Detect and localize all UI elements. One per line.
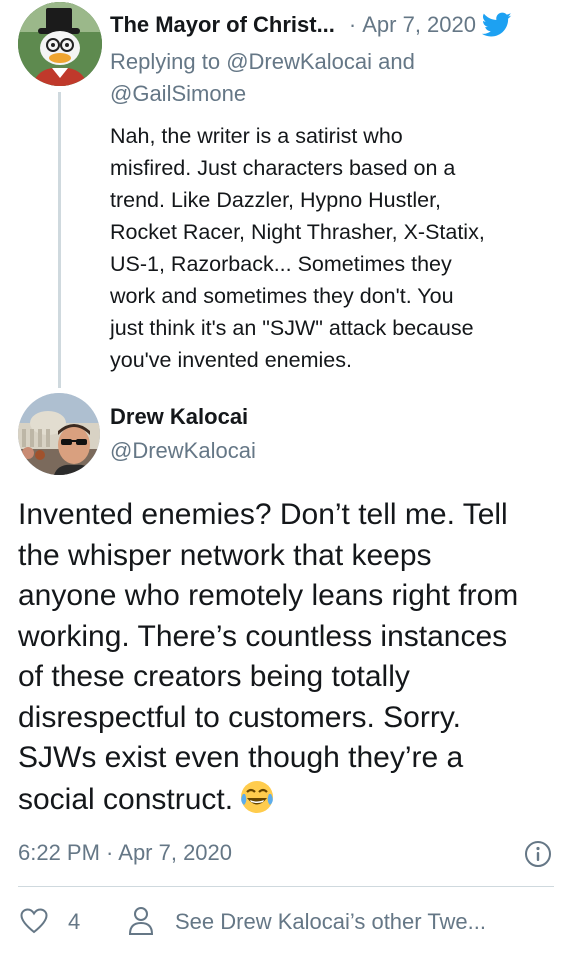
heart-icon[interactable] bbox=[20, 908, 48, 934]
main-avatar[interactable] bbox=[18, 393, 100, 475]
replying-to-context: Replying to @DrewKalocai and @GailSimone bbox=[110, 46, 550, 110]
main-text-line: disrespectful to customers. Sorry. bbox=[18, 700, 461, 734]
tweet-timestamp[interactable]: 6:22 PM · Apr 7, 2020 bbox=[18, 840, 232, 866]
reply-prefix: Replying to bbox=[110, 49, 221, 74]
cartoon-duck-avatar-icon bbox=[18, 2, 102, 86]
main-text-line: SJWs exist even though they’re a bbox=[18, 741, 464, 774]
parent-text-line: Rocket Racer, Night Thrasher, X-Statix, bbox=[110, 220, 485, 244]
parent-text-line: Nah, the writer is a satirist who bbox=[110, 124, 403, 148]
main-tweet-text: Invented enemies? Don’t tell me. Tell th… bbox=[18, 495, 563, 826]
main-text-line: Invented enemies? Don’t tell me. Tell bbox=[18, 498, 508, 531]
main-display-name[interactable]: Drew Kalocai bbox=[110, 404, 248, 430]
twitter-bird-icon bbox=[481, 12, 512, 38]
main-text-line: social construct. bbox=[18, 782, 234, 816]
main-text-line: working. There’s countless instances bbox=[18, 619, 508, 653]
parent-text-line: just think it's an "SJW" attack because bbox=[110, 316, 474, 340]
main-text-line: of these creators being totally bbox=[18, 660, 410, 693]
parent-tweet-text: Nah, the writer is a satirist who misfir… bbox=[110, 120, 555, 376]
main-text-line: the whisper network that keeps bbox=[18, 538, 432, 572]
header-separator: · bbox=[348, 12, 357, 37]
face-with-tears-of-joy-icon bbox=[239, 779, 275, 827]
parent-text-line: misfired. Just characters based on a bbox=[110, 156, 456, 180]
tweet-actions: 4 See Drew Kalocai’s other Twe... bbox=[18, 904, 558, 940]
like-count: 4 bbox=[68, 909, 81, 934]
see-other-tweets-link[interactable]: See Drew Kalocai’s other Twe... bbox=[175, 909, 486, 935]
parent-text-line: work and sometimes they don't. You bbox=[110, 284, 454, 308]
parent-date[interactable]: Apr 7, 2020 bbox=[362, 12, 476, 38]
main-handle[interactable]: @DrewKalocai bbox=[110, 438, 256, 464]
parent-display-name[interactable]: The Mayor of Christ... bbox=[110, 12, 335, 38]
reply-and: and bbox=[378, 49, 415, 74]
reply-mention-drewkalocai[interactable]: @DrewKalocai bbox=[226, 49, 372, 74]
main-text-line: anyone who remotely leans right from bbox=[18, 579, 519, 612]
info-icon[interactable] bbox=[524, 840, 552, 868]
main-text-line-last: social construct. bbox=[18, 779, 563, 827]
parent-text-line: you've invented enemies. bbox=[110, 348, 352, 372]
parent-tweet-header: The Mayor of Christ... · Apr 7, 2020 bbox=[110, 10, 555, 40]
parent-text-line: trend. Like Dazzler, Hypno Hustler, bbox=[110, 188, 442, 212]
parent-text-line: US-1, Razorback... Sometimes they bbox=[110, 252, 452, 276]
reply-mention-gailsimone[interactable]: @GailSimone bbox=[110, 81, 246, 106]
parent-avatar[interactable] bbox=[18, 2, 102, 86]
action-divider bbox=[18, 886, 554, 887]
man-sunglasses-photo-avatar-icon bbox=[18, 393, 100, 475]
person-icon[interactable] bbox=[128, 906, 154, 936]
thread-connector-line bbox=[58, 92, 61, 388]
